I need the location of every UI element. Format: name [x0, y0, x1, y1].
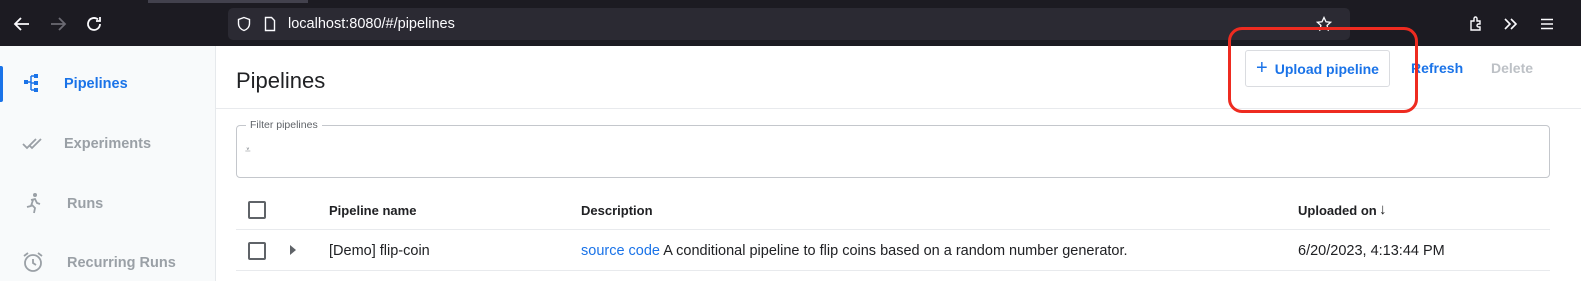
sidebar-item-label: Runs: [67, 196, 104, 212]
header-divider: [216, 108, 1581, 109]
back-arrow-icon[interactable]: [10, 12, 34, 36]
sidebar-item-pipelines[interactable]: Pipelines: [0, 60, 215, 108]
url-text[interactable]: localhost:8080/#/pipelines: [288, 8, 455, 40]
sidebar-item-label: Experiments: [64, 136, 152, 152]
sidebar-item-label: Pipelines: [64, 76, 128, 92]
overflow-chevrons-icon[interactable]: [1499, 12, 1523, 36]
sidebar-item-runs[interactable]: Runs: [0, 180, 215, 228]
uploaded-on-cell: 6/20/2023, 4:13:44 PM: [1298, 243, 1445, 259]
upload-pipeline-label: Upload pipeline: [1274, 60, 1379, 77]
address-bar[interactable]: localhost:8080/#/pipelines: [228, 8, 1350, 40]
running-person-icon: [22, 192, 44, 214]
reload-icon[interactable]: [82, 12, 106, 36]
main-content: Pipelines + Upload pipeline Refresh Dele…: [216, 46, 1581, 281]
sidebar-item-recurring-runs[interactable]: Recurring Runs: [0, 239, 215, 287]
expand-caret-icon[interactable]: [290, 245, 296, 255]
alarm-clock-icon: [22, 251, 44, 273]
description-text: A conditional pipeline to flip coins bas…: [663, 243, 1128, 259]
double-check-icon: [22, 132, 44, 154]
column-header-pipeline-name[interactable]: Pipeline name: [329, 203, 416, 218]
column-header-uploaded-on[interactable]: Uploaded on: [1298, 203, 1377, 218]
forward-arrow-icon[interactable]: [46, 12, 70, 36]
filter-icon: ⩡: [245, 145, 251, 156]
sidebar-item-experiments[interactable]: Experiments: [0, 120, 215, 168]
shield-icon[interactable]: [236, 16, 252, 32]
table-row[interactable]: [Demo] flip-coin source code A condition…: [236, 231, 1550, 271]
filter-pipelines-field[interactable]: Filter pipelines ⩡: [236, 119, 1550, 178]
row-checkbox[interactable]: [248, 242, 266, 260]
sidebar: Pipelines Experiments Runs Recurring Run…: [0, 46, 216, 281]
hamburger-menu-icon[interactable]: [1535, 12, 1559, 36]
plus-icon: +: [1256, 56, 1268, 79]
page-title: Pipelines: [236, 68, 326, 93]
upload-pipeline-button[interactable]: + Upload pipeline: [1245, 50, 1390, 87]
pipelines-icon: [22, 72, 44, 94]
bookmark-star-icon[interactable]: [1315, 15, 1333, 32]
description-cell: source code A conditional pipeline to fl…: [581, 243, 1128, 259]
column-header-description[interactable]: Description: [581, 203, 653, 218]
active-tab-indicator: [148, 0, 308, 3]
refresh-button[interactable]: Refresh: [1411, 60, 1463, 76]
browser-toolbar: localhost:8080/#/pipelines: [0, 0, 1581, 46]
sort-down-arrow-icon[interactable]: ↓: [1379, 201, 1387, 218]
source-code-link[interactable]: source code: [581, 243, 660, 259]
delete-button[interactable]: Delete: [1491, 60, 1533, 76]
table-header: Pipeline name Description Uploaded on ↓: [236, 188, 1550, 230]
filter-label: Filter pipelines: [246, 119, 322, 131]
pipeline-name-cell[interactable]: [Demo] flip-coin: [329, 243, 430, 259]
page-icon: [262, 16, 278, 32]
filter-input[interactable]: [259, 138, 1529, 166]
extensions-icon[interactable]: [1464, 12, 1488, 36]
select-all-checkbox[interactable]: [248, 201, 266, 219]
sidebar-item-label: Recurring Runs: [67, 255, 176, 271]
